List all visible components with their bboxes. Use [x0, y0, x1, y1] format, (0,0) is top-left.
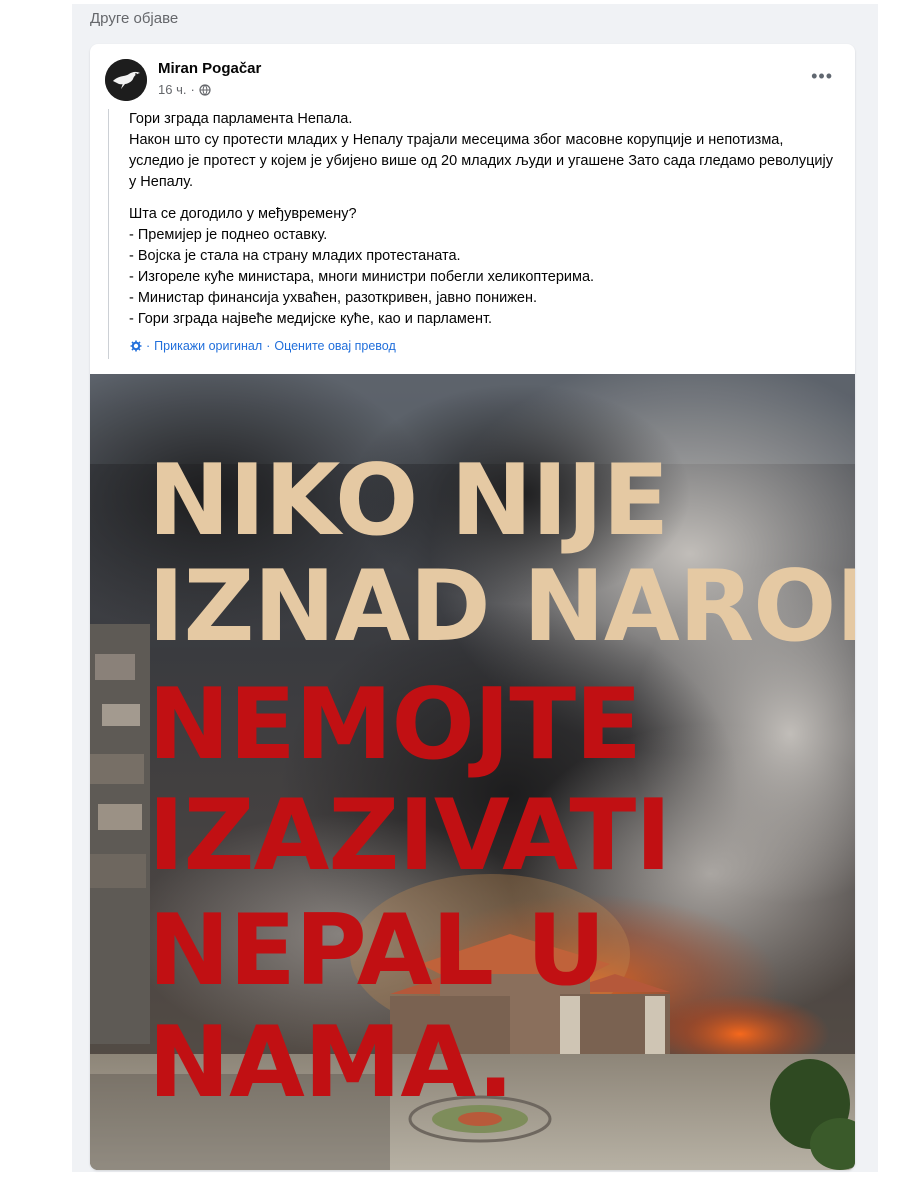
- post-paragraph: Након што су протести младих у Непалу тр…: [129, 132, 833, 190]
- translation-separator: ·: [146, 339, 151, 353]
- globe-icon: [199, 83, 211, 96]
- meta-separator: ·: [190, 82, 195, 97]
- image-headline: NEMOJTE: [148, 668, 642, 782]
- post-text: Гори зграда парламента Непала. Након што…: [108, 109, 836, 359]
- post-image[interactable]: NIKO NIJE IZNAD NARODA. NEMOJTE IZAZIVAT…: [90, 374, 855, 1170]
- image-headline: NEPAL U: [148, 894, 606, 1008]
- image-headline: NAMA.: [148, 1006, 514, 1120]
- show-original-link[interactable]: Прикажи оригинал: [154, 339, 262, 353]
- post-list-item: - Премијер је поднео оставку.: [129, 227, 328, 243]
- post-meta: 16 ч. ·: [158, 82, 211, 97]
- dove-logo-icon: [105, 59, 147, 101]
- post-time[interactable]: 16 ч.: [158, 82, 186, 97]
- image-headline: IZAZIVATI: [148, 779, 672, 893]
- post-list-item: - Изгореле куће министара, многи министр…: [129, 269, 595, 285]
- author-name[interactable]: Miran Pogačar: [158, 60, 261, 77]
- post-paragraph: Шта се догодило у међувремену?: [129, 206, 357, 222]
- gear-icon: [130, 340, 142, 352]
- image-headline: NIKO NIJE: [148, 444, 669, 558]
- more-options-icon[interactable]: •••: [811, 66, 833, 87]
- rate-translation-link[interactable]: Оцените овај превод: [274, 339, 395, 353]
- image-headline: IZNAD NARODA.: [148, 550, 855, 664]
- translation-row: · Прикажи оригинал · Оцените овај превод: [130, 339, 396, 353]
- avatar[interactable]: [105, 59, 147, 101]
- translation-separator: ·: [266, 339, 271, 353]
- post-list-item: - Гори зграда највеће медијске куће, као…: [129, 311, 493, 327]
- post-list-item: - Војска је стала на страну младих проте…: [129, 248, 461, 264]
- post-paragraph: Гори зграда парламента Непала.: [129, 111, 353, 127]
- post-list-item: - Министар финансија ухваћен, разоткриве…: [129, 290, 538, 306]
- section-title: Друге објаве: [90, 10, 179, 27]
- post-card: Miran Pogačar 16 ч. · ••• Гори зграда па…: [90, 44, 855, 1170]
